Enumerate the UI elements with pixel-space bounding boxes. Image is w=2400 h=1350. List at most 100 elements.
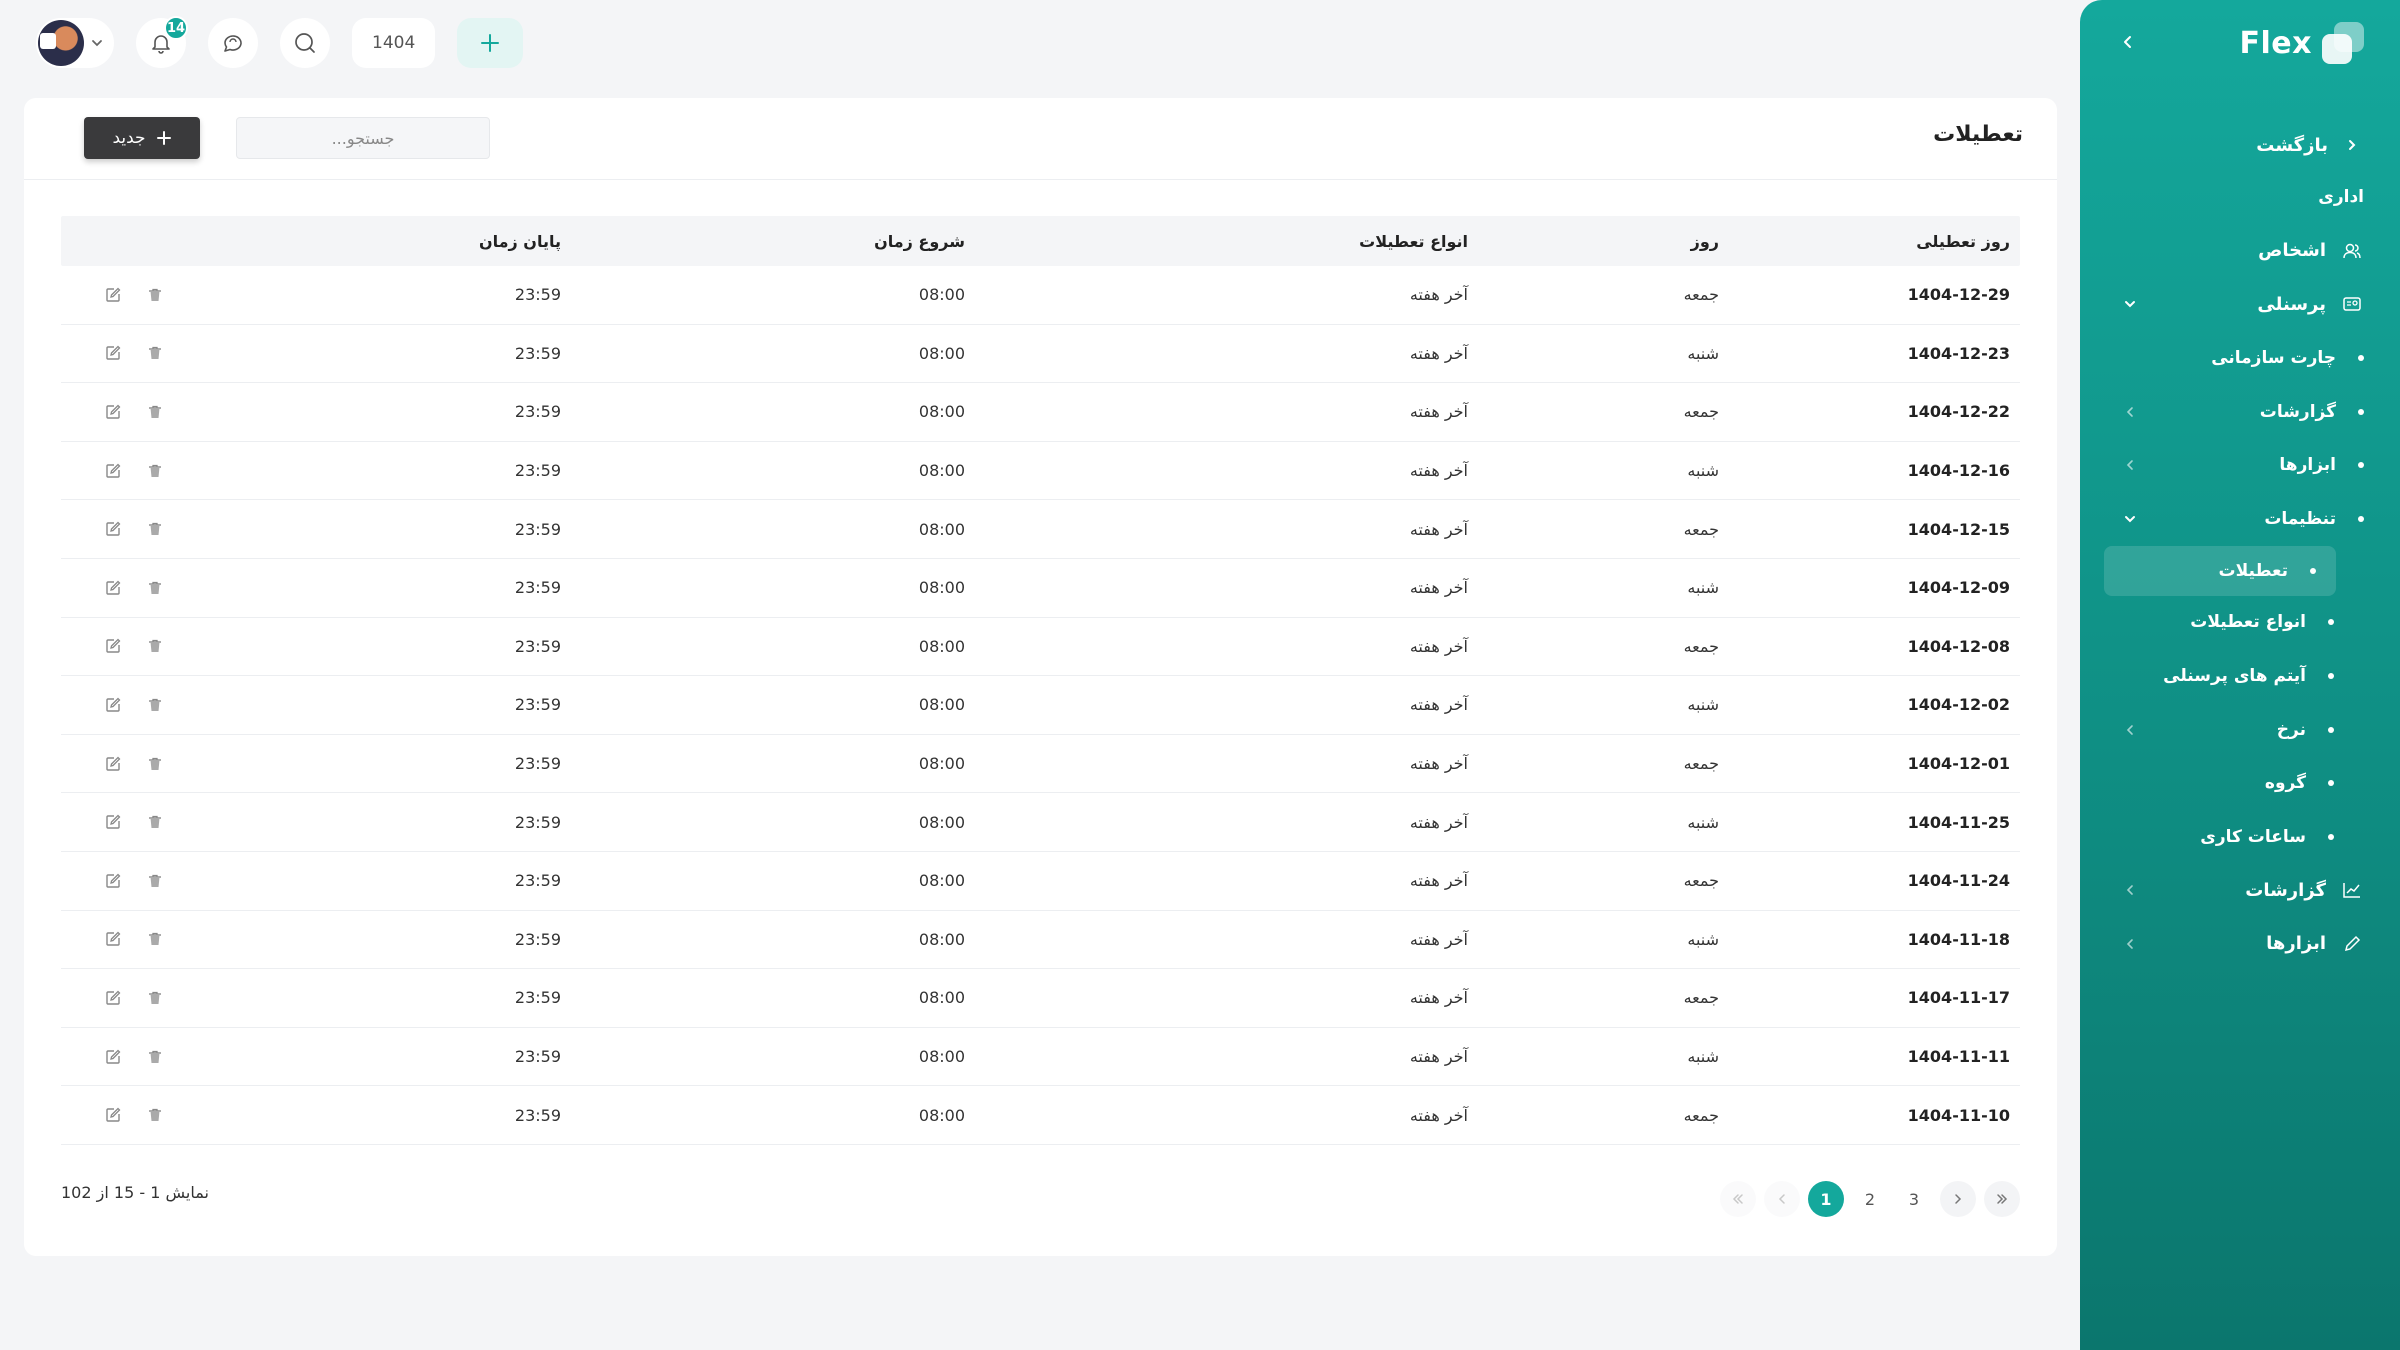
trash-icon[interactable] (145, 812, 165, 832)
cell-holiday-type: آخر هفته (1409, 871, 1468, 891)
chat-button[interactable] (208, 18, 258, 68)
column-header-day[interactable]: روز (1691, 216, 1719, 266)
edit-icon[interactable] (103, 578, 123, 598)
edit-icon[interactable] (103, 871, 123, 891)
sidebar-item-settings[interactable]: تنظیمات (2080, 492, 2400, 546)
edit-icon[interactable] (103, 343, 123, 363)
edit-icon[interactable] (103, 285, 123, 305)
sidebar-item-reports[interactable]: گزارشات (2080, 864, 2400, 918)
cell-start-time: 08:00 (918, 871, 965, 891)
edit-icon[interactable] (103, 519, 123, 539)
sidebar-item-tools[interactable]: ابزارها (2080, 917, 2400, 971)
pagination-next[interactable] (1940, 1181, 1976, 1217)
user-menu[interactable] (36, 18, 114, 68)
pagination-page-3[interactable]: 3 (1896, 1181, 1932, 1217)
new-button[interactable]: جدید (84, 117, 200, 159)
notifications-button[interactable]: 14 (136, 16, 188, 68)
cell-day: جمعه (1683, 871, 1719, 891)
sidebar-item-holidays[interactable]: تعطیلات (2104, 545, 2336, 596)
table-row: 1404-12-02 شنبه آخر هفته 08:00 23:59 (61, 676, 2020, 735)
cell-holiday-date: 1404-12-08 (1907, 636, 2010, 656)
cell-end-time: 23:59 (514, 285, 561, 305)
chart-icon (2340, 878, 2364, 902)
sidebar-item-org-chart[interactable]: چارت سازمانی (2080, 331, 2400, 385)
bullet-icon (2358, 515, 2364, 522)
sidebar-item-personnel-reports[interactable]: گزارشات (2080, 385, 2400, 439)
cell-holiday-date: 1404-11-25 (1907, 812, 2010, 832)
sidebar-back[interactable]: بازگشت (2080, 120, 2400, 170)
year-selector[interactable]: 1404 (352, 18, 436, 68)
sidebar-menu: بازگشت اداری اشخاص پرسنلی چارت سازمانی گ… (2080, 120, 2400, 971)
pagination: 1 2 3 (1720, 1181, 2020, 1217)
edit-icon[interactable] (103, 461, 123, 481)
pagination-last[interactable] (1984, 1181, 2020, 1217)
cell-holiday-type: آخر هفته (1409, 1105, 1468, 1125)
edit-icon[interactable] (103, 636, 123, 656)
trash-icon[interactable] (145, 1047, 165, 1067)
edit-icon[interactable] (103, 812, 123, 832)
trash-icon[interactable] (145, 519, 165, 539)
cell-holiday-date: 1404-12-02 (1907, 695, 2010, 715)
cell-start-time: 08:00 (918, 519, 965, 539)
row-actions (103, 793, 165, 851)
trash-icon[interactable] (145, 929, 165, 949)
cell-end-time: 23:59 (514, 343, 561, 363)
quick-add-button[interactable] (457, 18, 524, 68)
sidebar-item-holiday-types[interactable]: انواع تعطیلات (2080, 596, 2400, 650)
pagination-page-2[interactable]: 2 (1852, 1181, 1888, 1217)
edit-icon[interactable] (103, 1105, 123, 1125)
trash-icon[interactable] (145, 871, 165, 891)
search-input[interactable] (236, 117, 490, 159)
sidebar-collapse-button[interactable] (2116, 30, 2140, 54)
trash-icon[interactable] (145, 461, 165, 481)
cell-holiday-type: آخر هفته (1409, 343, 1468, 363)
cell-holiday-type: آخر هفته (1409, 1047, 1468, 1067)
trash-icon[interactable] (145, 343, 165, 363)
cell-end-time: 23:59 (514, 812, 561, 832)
brand-logo-icon (2322, 22, 2364, 64)
pagination-summary: نمایش 1 - 15 از 102 (61, 1183, 209, 1202)
column-header-start-time[interactable]: شروع زمان (874, 216, 965, 266)
sidebar-item-group[interactable]: گروه (2080, 756, 2400, 810)
sidebar-item-people[interactable]: اشخاص (2080, 224, 2400, 278)
sidebar-item-label: چارت سازمانی (2211, 347, 2336, 368)
column-header-holiday-date[interactable]: روز تعطیلی (1916, 216, 2010, 266)
edit-icon[interactable] (103, 1047, 123, 1067)
sidebar-item-personnel-items[interactable]: آیتم های پرسنلی (2080, 649, 2400, 703)
pagination-first[interactable] (1720, 1181, 1756, 1217)
sidebar-section-label: اداری (2318, 187, 2364, 207)
avatar (38, 20, 84, 66)
column-header-holiday-type[interactable]: انواع تعطیلات (1359, 216, 1468, 266)
sidebar-item-working-hours[interactable]: ساعات کاری (2080, 810, 2400, 864)
pagination-page-1[interactable]: 1 (1808, 1181, 1844, 1217)
trash-icon[interactable] (145, 578, 165, 598)
column-header-end-time[interactable]: پایان زمان (479, 216, 561, 266)
sidebar: Flex بازگشت اداری اشخاص پرسنلی چارت سازم… (2080, 0, 2400, 1350)
edit-icon[interactable] (103, 929, 123, 949)
trash-icon[interactable] (145, 1105, 165, 1125)
trash-icon[interactable] (145, 402, 165, 422)
search-button[interactable] (280, 18, 330, 68)
pagination-prev[interactable] (1764, 1181, 1800, 1217)
table-row: 1404-11-10 جمعه آخر هفته 08:00 23:59 (61, 1086, 2020, 1145)
edit-icon[interactable] (103, 754, 123, 774)
cell-day: جمعه (1683, 636, 1719, 656)
cell-start-time: 08:00 (918, 1105, 965, 1125)
bullet-icon (2358, 462, 2364, 469)
trash-icon[interactable] (145, 636, 165, 656)
cell-day: جمعه (1683, 754, 1719, 774)
sidebar-item-personnel-tools[interactable]: ابزارها (2080, 438, 2400, 492)
edit-icon[interactable] (103, 988, 123, 1008)
cell-day: شنبه (1687, 343, 1719, 363)
cell-day: جمعه (1683, 519, 1719, 539)
sidebar-item-personnel[interactable]: پرسنلی (2080, 278, 2400, 332)
sidebar-item-rate[interactable]: نرخ (2080, 703, 2400, 757)
trash-icon[interactable] (145, 285, 165, 305)
cell-start-time: 08:00 (918, 988, 965, 1008)
edit-icon[interactable] (103, 402, 123, 422)
edit-icon[interactable] (103, 695, 123, 715)
trash-icon[interactable] (145, 695, 165, 715)
trash-icon[interactable] (145, 754, 165, 774)
trash-icon[interactable] (145, 988, 165, 1008)
cell-day: شنبه (1687, 1047, 1719, 1067)
